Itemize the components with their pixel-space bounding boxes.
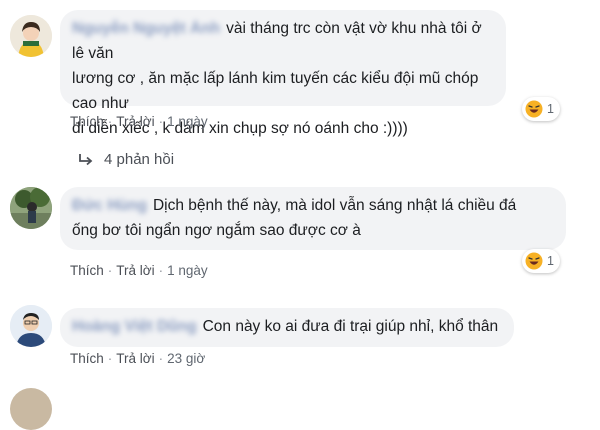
author-name[interactable]: Đức Hùng [72, 193, 147, 218]
timestamp[interactable]: 1 ngày [167, 263, 208, 278]
reaction-badge[interactable]: 1 [522, 97, 560, 121]
comment-bubble: Đức Hùng Dịch bệnh thế này, mà idol vẫn s… [60, 187, 566, 250]
comment-bubble: Nguyễn Nguyệt Ánh vài tháng trc còn vật v… [60, 10, 506, 137]
avatar-image [10, 15, 52, 57]
view-replies-link[interactable]: 4 phản hồi [78, 151, 174, 168]
comment-text: Dịch bệnh thế này, mà idol vẫn sáng nhật… [152, 197, 517, 214]
comment-text: lương cơ , ăn mặc lấp lánh kim tuyến các… [72, 70, 479, 112]
separator: · [107, 351, 113, 366]
separator: · [158, 351, 164, 366]
author-name[interactable]: Nguyễn Nguyệt Ánh [72, 16, 220, 41]
timestamp[interactable]: 23 giờ [167, 351, 205, 366]
comment-text: Con này ko ai đưa đi trại giúp nhỉ, khổ … [202, 318, 499, 335]
separator: · [158, 114, 164, 129]
comment-line: Hoàng Việt Dũng Con này ko ai đưa đi trại… [72, 314, 502, 339]
like-link[interactable]: Thích [70, 351, 104, 366]
like-link[interactable]: Thích [70, 263, 104, 278]
comment-bubble: Hoàng Việt Dũng Con này ko ai đưa đi trại… [60, 308, 514, 347]
separator: · [107, 114, 113, 129]
avatar[interactable] [10, 388, 52, 430]
comment-actions: Thích · Trả lời · 23 giờ [70, 351, 205, 366]
reaction-count: 1 [547, 102, 554, 116]
comment-actions: Thích · Trả lời · 1 ngày [70, 114, 208, 129]
avatar-image [10, 187, 52, 229]
comment-text: ống bơ tôi ngẩn ngơ ngắm sao được cơ à [72, 222, 361, 239]
author-name[interactable]: Hoàng Việt Dũng [72, 314, 197, 339]
reply-arrow-icon [79, 153, 93, 165]
avatar[interactable] [10, 305, 52, 347]
haha-icon [525, 252, 543, 270]
replies-count-label: 4 phản hồi [104, 151, 175, 168]
avatar-image [10, 305, 52, 347]
reaction-badge[interactable]: 1 [522, 249, 560, 273]
like-link[interactable]: Thích [70, 114, 104, 129]
separator: · [158, 263, 164, 278]
reaction-count: 1 [547, 254, 554, 268]
comment-line: Đức Hùng Dịch bệnh thế này, mà idol vẫn s… [72, 193, 554, 218]
avatar[interactable] [10, 15, 52, 57]
separator: · [107, 263, 113, 278]
comment-line: Nguyễn Nguyệt Ánh vài tháng trc còn vật v… [72, 16, 494, 66]
reply-link[interactable]: Trả lời [116, 114, 154, 129]
comment-actions: Thích · Trả lời · 1 ngày [70, 263, 208, 278]
haha-icon [525, 100, 543, 118]
reply-link[interactable]: Trả lời [116, 263, 154, 278]
timestamp[interactable]: 1 ngày [167, 114, 208, 129]
reply-link[interactable]: Trả lời [116, 351, 154, 366]
avatar[interactable] [10, 187, 52, 229]
